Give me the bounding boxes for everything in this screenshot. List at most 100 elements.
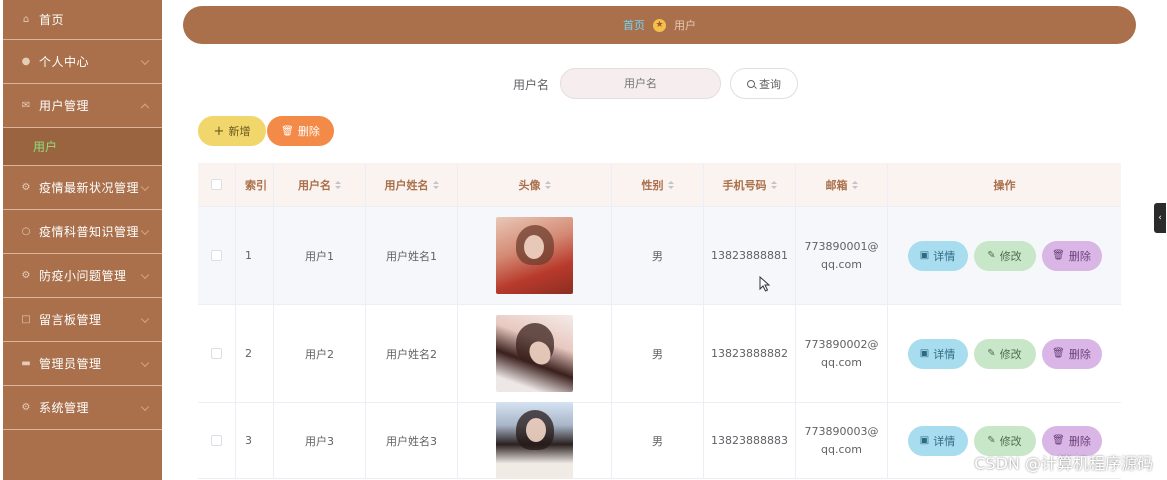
row-avatar-cell bbox=[458, 305, 612, 402]
search-input[interactable] bbox=[560, 68, 721, 99]
header-label: 邮箱 bbox=[825, 178, 848, 192]
sidebar: ⌂ 首页 ● 个人中心 ✉ 用户管理 用户 ⚙ 疫情最新状况管理 ○ 疫情科普知… bbox=[3, 0, 162, 480]
row-phone: 13823888883 bbox=[704, 403, 796, 478]
row-checkbox-cell bbox=[198, 403, 236, 478]
sidebar-item-label: 用户管理 bbox=[39, 99, 90, 113]
row-checkbox[interactable] bbox=[211, 250, 222, 261]
sidebar-item-system-management[interactable]: ⚙ 系统管理 bbox=[3, 386, 162, 430]
select-all-checkbox[interactable] bbox=[211, 179, 222, 190]
plus-icon: + bbox=[213, 123, 225, 139]
sort-icon[interactable] bbox=[851, 180, 858, 189]
edit-label: 修改 bbox=[999, 347, 1022, 361]
main-panel: 用户名 查询 + 新增 🗑 删除 索引 用户名 用户姓名 头像 性别 手机号码 … bbox=[183, 52, 1136, 480]
sort-icon[interactable] bbox=[667, 180, 674, 189]
row-phone: 13823888881 bbox=[704, 207, 796, 304]
chevron-up-icon bbox=[140, 103, 150, 112]
sort-icon[interactable] bbox=[432, 180, 439, 189]
chevron-left-icon: ‹ bbox=[1158, 213, 1162, 223]
detail-label: 详情 bbox=[933, 347, 956, 361]
delete-label: 删除 bbox=[1068, 347, 1091, 361]
row-checkbox-cell bbox=[198, 207, 236, 304]
sort-icon[interactable] bbox=[335, 180, 341, 189]
table-row[interactable]: 2 用户2 用户姓名2 男 13823888882 773890002@qq.c… bbox=[198, 305, 1121, 403]
delete-button[interactable]: 🗑 删除 bbox=[1041, 338, 1102, 369]
sidebar-subitem-label: 用户 bbox=[33, 140, 58, 154]
row-realname: 用户姓名3 bbox=[366, 403, 458, 478]
row-email-cell: 773890003@qq.com bbox=[796, 403, 888, 478]
delete-button[interactable]: 🗑 删除 bbox=[1041, 240, 1102, 271]
document-icon: ▣ bbox=[919, 435, 930, 446]
edit-button[interactable]: ✎ 修改 bbox=[973, 338, 1036, 369]
add-button[interactable]: + 新增 bbox=[198, 116, 266, 146]
header-label: 头像 bbox=[518, 178, 541, 192]
pencil-icon: ✎ bbox=[987, 348, 996, 359]
row-checkbox[interactable] bbox=[211, 348, 222, 359]
row-index: 3 bbox=[236, 403, 274, 478]
row-avatar-cell bbox=[458, 402, 612, 479]
sidebar-item-label: 疫情科普知识管理 bbox=[39, 225, 140, 239]
detail-button[interactable]: ▣ 详情 bbox=[907, 425, 968, 456]
edit-button[interactable]: ✎ 修改 bbox=[973, 240, 1036, 271]
header-phone[interactable]: 手机号码 bbox=[704, 163, 796, 206]
row-email: 773890003@qq.com bbox=[804, 424, 879, 456]
add-button-label: 新增 bbox=[228, 125, 251, 138]
breadcrumb-current: 用户 bbox=[674, 19, 696, 32]
row-username: 用户3 bbox=[274, 403, 366, 478]
header-realname[interactable]: 用户姓名 bbox=[366, 163, 458, 206]
chevron-down-icon bbox=[140, 56, 150, 65]
row-email: 773890002@qq.com bbox=[804, 337, 879, 369]
breadcrumb: 首页 ★ 用户 bbox=[183, 6, 1136, 44]
breadcrumb-home-link[interactable]: 首页 bbox=[623, 17, 645, 33]
sort-icon[interactable] bbox=[770, 180, 777, 189]
chevron-down-icon bbox=[140, 314, 150, 323]
row-phone: 13823888882 bbox=[704, 305, 796, 402]
sidebar-item-label: 系统管理 bbox=[39, 401, 90, 415]
sidebar-item-label: 留言板管理 bbox=[39, 313, 102, 327]
sidebar-item-user-management[interactable]: ✉ 用户管理 bbox=[3, 84, 162, 128]
sidebar-item-admin-management[interactable]: ▬ 管理员管理 bbox=[3, 342, 162, 386]
document-icon: ▣ bbox=[919, 250, 930, 261]
edit-label: 修改 bbox=[999, 249, 1022, 263]
sidebar-subitem-user[interactable]: 用户 bbox=[3, 128, 162, 166]
search-bar: 用户名 查询 bbox=[183, 68, 1136, 100]
row-email-cell: 773890002@qq.com bbox=[796, 305, 888, 402]
header-gender[interactable]: 性别 bbox=[612, 163, 704, 206]
star-icon: ★ bbox=[653, 18, 666, 32]
row-checkbox[interactable] bbox=[211, 435, 222, 446]
header-label: 用户名 bbox=[298, 178, 331, 192]
row-gender: 男 bbox=[612, 403, 704, 478]
message-icon: □ bbox=[21, 314, 31, 325]
collapse-panel-toggle[interactable]: ‹ bbox=[1154, 203, 1166, 233]
header-avatar[interactable]: 头像 bbox=[458, 163, 612, 206]
sidebar-item-message-board[interactable]: □ 留言板管理 bbox=[3, 298, 162, 342]
row-gender: 男 bbox=[612, 207, 704, 304]
document-icon: ▣ bbox=[919, 348, 930, 359]
detail-button[interactable]: ▣ 详情 bbox=[907, 338, 968, 369]
row-realname: 用户姓名2 bbox=[366, 305, 458, 402]
sidebar-item-prevention-qa[interactable]: ⚙ 防疫小问题管理 bbox=[3, 254, 162, 298]
sidebar-item-profile[interactable]: ● 个人中心 bbox=[3, 40, 162, 84]
sidebar-item-epidemic-knowledge[interactable]: ○ 疫情科普知识管理 bbox=[3, 210, 162, 254]
search-label: 用户名 bbox=[513, 78, 550, 92]
header-email[interactable]: 邮箱 bbox=[796, 163, 888, 206]
batch-delete-button[interactable]: 🗑 删除 bbox=[267, 116, 334, 146]
header-checkbox-cell bbox=[198, 163, 236, 206]
search-button[interactable]: 查询 bbox=[730, 68, 798, 99]
sort-icon[interactable] bbox=[544, 180, 551, 189]
sidebar-item-epidemic-status[interactable]: ⚙ 疫情最新状况管理 bbox=[3, 166, 162, 210]
avatar bbox=[496, 402, 573, 479]
row-index: 2 bbox=[236, 305, 274, 402]
detail-label: 详情 bbox=[933, 249, 956, 263]
delete-label: 删除 bbox=[1068, 434, 1091, 448]
table-header: 索引 用户名 用户姓名 头像 性别 手机号码 邮箱 操作 bbox=[198, 163, 1121, 207]
home-icon: ⌂ bbox=[22, 14, 30, 25]
sidebar-item-home[interactable]: ⌂ 首页 bbox=[3, 0, 162, 40]
table-row[interactable]: 1 用户1 用户姓名1 男 13823888881 773890001@qq.c… bbox=[198, 207, 1121, 305]
detail-button[interactable]: ▣ 详情 bbox=[907, 240, 968, 271]
circle-icon: ○ bbox=[21, 226, 31, 237]
row-gender: 男 bbox=[612, 305, 704, 402]
header-username[interactable]: 用户名 bbox=[274, 163, 366, 206]
row-realname: 用户姓名1 bbox=[366, 207, 458, 304]
row-ops: ▣ 详情 ✎ 修改 🗑 删除 bbox=[888, 305, 1121, 402]
chevron-down-icon bbox=[140, 358, 150, 367]
